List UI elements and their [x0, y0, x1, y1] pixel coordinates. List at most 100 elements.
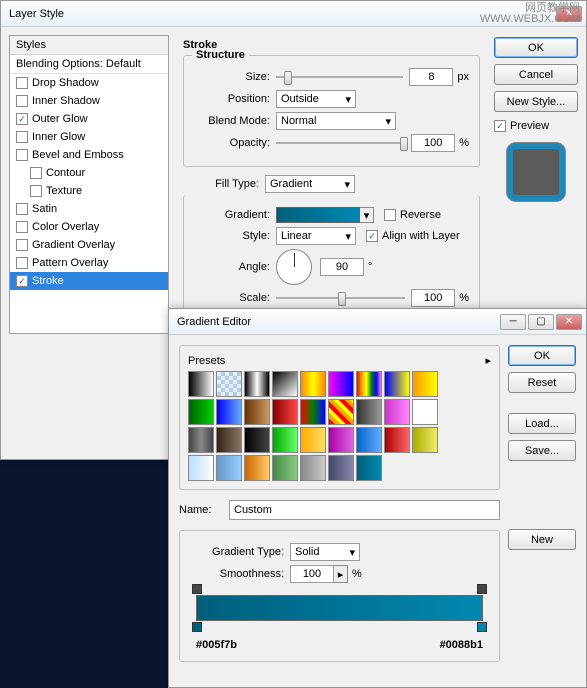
style-item-inner-shadow[interactable]: Inner Shadow: [10, 92, 168, 110]
preset-swatch[interactable]: [412, 427, 438, 453]
preset-swatch[interactable]: [216, 399, 242, 425]
style-item-bevel-and-emboss[interactable]: Bevel and Emboss: [10, 146, 168, 164]
ge-save-button[interactable]: Save...: [508, 440, 576, 461]
opacity-stop-left[interactable]: [192, 584, 202, 594]
preset-swatch[interactable]: [244, 455, 270, 481]
scale-input[interactable]: [411, 289, 455, 307]
preset-swatch[interactable]: [272, 455, 298, 481]
name-input[interactable]: [229, 500, 500, 520]
preset-swatch[interactable]: [384, 399, 410, 425]
styles-header[interactable]: Styles: [10, 36, 168, 55]
align-checkbox[interactable]: ✓: [366, 230, 378, 242]
style-item-texture[interactable]: Texture: [10, 182, 168, 200]
maximize-icon[interactable]: ▢: [528, 314, 554, 330]
preset-swatch[interactable]: [188, 427, 214, 453]
style-item-gradient-overlay[interactable]: Gradient Overlay: [10, 236, 168, 254]
ge-new-button[interactable]: New: [508, 529, 576, 550]
smoothness-stepper[interactable]: ▸: [334, 565, 348, 583]
style-item-outer-glow[interactable]: ✓Outer Glow: [10, 110, 168, 128]
preset-swatch[interactable]: [188, 371, 214, 397]
preset-swatch[interactable]: [272, 427, 298, 453]
color-stop-right[interactable]: [477, 622, 487, 632]
gradient-picker-button[interactable]: ▾: [360, 207, 374, 223]
preset-swatch[interactable]: [412, 371, 438, 397]
checkbox-icon[interactable]: [16, 239, 28, 251]
preset-swatch[interactable]: [244, 427, 270, 453]
opacity-stop-right[interactable]: [477, 584, 487, 594]
checkbox-icon[interactable]: [16, 221, 28, 233]
preset-swatch[interactable]: [328, 399, 354, 425]
preset-swatch[interactable]: [356, 455, 382, 481]
preset-swatch[interactable]: [216, 455, 242, 481]
opacity-input[interactable]: [411, 134, 455, 152]
checkbox-icon[interactable]: [16, 257, 28, 269]
preset-swatch[interactable]: [328, 371, 354, 397]
style-dropdown[interactable]: Linear▾: [276, 227, 356, 245]
preset-swatch[interactable]: [356, 427, 382, 453]
style-item-inner-glow[interactable]: Inner Glow: [10, 128, 168, 146]
preset-swatch[interactable]: [244, 371, 270, 397]
blendmode-dropdown[interactable]: Normal▾: [276, 112, 396, 130]
preset-swatch[interactable]: [356, 371, 382, 397]
preset-swatch[interactable]: [300, 427, 326, 453]
smoothness-input[interactable]: [290, 565, 334, 583]
checkbox-icon[interactable]: [30, 185, 42, 197]
size-input[interactable]: [409, 68, 453, 86]
gradient-swatch[interactable]: [276, 207, 360, 223]
style-item-pattern-overlay[interactable]: Pattern Overlay: [10, 254, 168, 272]
presets-menu-icon[interactable]: ▸: [485, 354, 491, 367]
close-icon[interactable]: ✕: [556, 314, 582, 330]
style-label: Style:: [194, 230, 276, 242]
checkbox-icon[interactable]: ✓: [16, 275, 28, 287]
ge-reset-button[interactable]: Reset: [508, 372, 576, 393]
preset-swatch[interactable]: [356, 399, 382, 425]
checkbox-icon[interactable]: [16, 131, 28, 143]
ok-button[interactable]: OK: [494, 37, 578, 58]
angle-dial[interactable]: [276, 249, 312, 285]
gradient-bar[interactable]: [196, 595, 483, 621]
gradient-editor-titlebar[interactable]: Gradient Editor ─ ▢ ✕: [169, 309, 586, 335]
preview-checkbox[interactable]: ✓: [494, 120, 506, 132]
blending-options[interactable]: Blending Options: Default: [10, 55, 168, 74]
checkbox-icon[interactable]: [30, 167, 42, 179]
style-item-color-overlay[interactable]: Color Overlay: [10, 218, 168, 236]
new-style-button[interactable]: New Style...: [494, 91, 578, 112]
preset-swatch[interactable]: [188, 399, 214, 425]
position-dropdown[interactable]: Outside▾: [276, 90, 356, 108]
ge-load-button[interactable]: Load...: [508, 413, 576, 434]
preset-swatch[interactable]: [188, 455, 214, 481]
preset-swatch[interactable]: [384, 371, 410, 397]
checkbox-icon[interactable]: [16, 95, 28, 107]
checkbox-icon[interactable]: [16, 77, 28, 89]
preset-swatch[interactable]: [328, 427, 354, 453]
preset-swatch[interactable]: [244, 399, 270, 425]
preset-swatch[interactable]: [300, 455, 326, 481]
preset-swatch[interactable]: [272, 371, 298, 397]
scale-slider[interactable]: [276, 289, 405, 307]
color-stop-left[interactable]: [192, 622, 202, 632]
cancel-button[interactable]: Cancel: [494, 64, 578, 85]
preset-swatch[interactable]: [300, 371, 326, 397]
style-item-contour[interactable]: Contour: [10, 164, 168, 182]
gradient-type-dropdown[interactable]: Solid▾: [290, 543, 360, 561]
checkbox-icon[interactable]: [16, 203, 28, 215]
opacity-slider[interactable]: [276, 134, 405, 152]
angle-input[interactable]: [320, 258, 364, 276]
reverse-checkbox[interactable]: [384, 209, 396, 221]
preset-swatch[interactable]: [300, 399, 326, 425]
preset-swatch[interactable]: [216, 427, 242, 453]
preset-swatch[interactable]: [216, 371, 242, 397]
style-item-satin[interactable]: Satin: [10, 200, 168, 218]
checkbox-icon[interactable]: ✓: [16, 113, 28, 125]
minimize-icon[interactable]: ─: [500, 314, 526, 330]
ge-ok-button[interactable]: OK: [508, 345, 576, 366]
preset-swatch[interactable]: [412, 399, 438, 425]
style-item-drop-shadow[interactable]: Drop Shadow: [10, 74, 168, 92]
preset-swatch[interactable]: [384, 427, 410, 453]
style-item-stroke[interactable]: ✓Stroke: [10, 272, 168, 290]
checkbox-icon[interactable]: [16, 149, 28, 161]
size-slider[interactable]: [276, 68, 403, 86]
filltype-dropdown[interactable]: Gradient▾: [265, 175, 355, 193]
preset-swatch[interactable]: [328, 455, 354, 481]
preset-swatch[interactable]: [272, 399, 298, 425]
